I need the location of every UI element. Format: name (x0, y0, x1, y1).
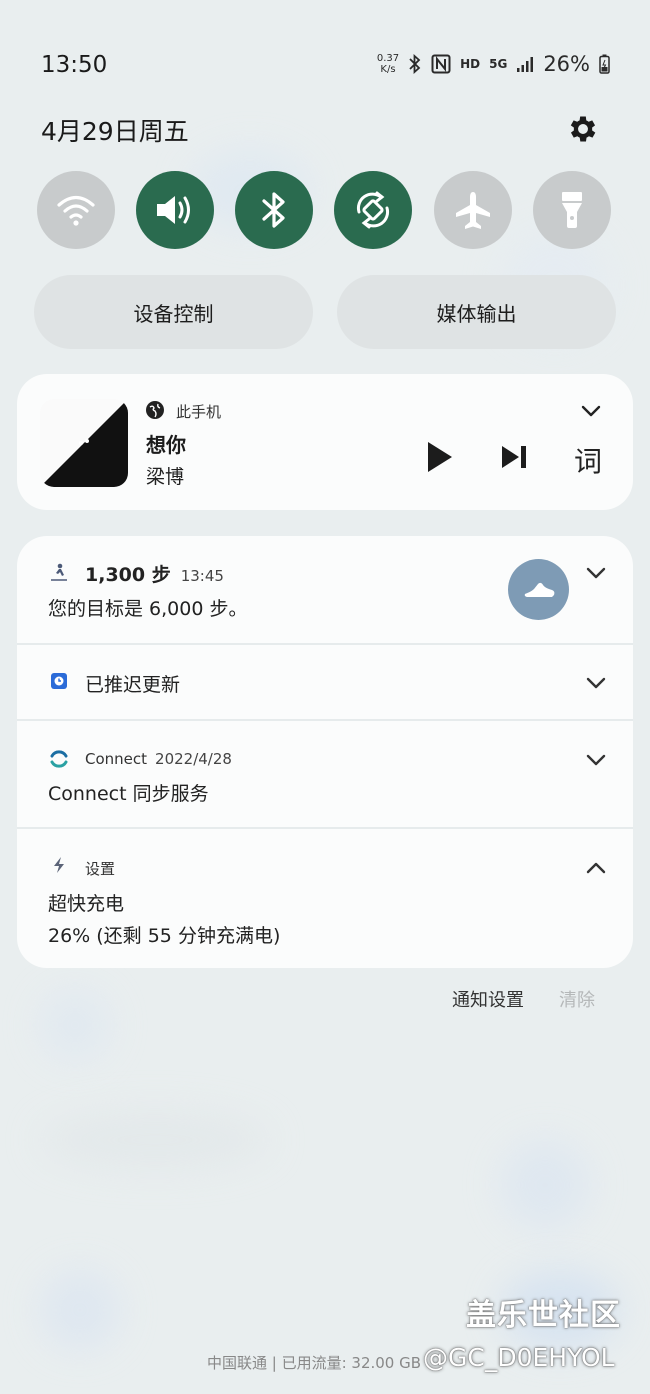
steps-notification[interactable]: 1,300 步 13:45 您的目标是 6,000 步。 (17, 536, 633, 643)
charging-notification[interactable]: 设置 超快充电 26% (还剩 55 分钟充满电) (17, 829, 633, 968)
status-icons: 0.37 K/s HD 5G 26% (377, 52, 610, 76)
lightning-icon (54, 857, 64, 873)
clock-app-icon (51, 673, 67, 689)
watermark-community: 盖乐世社区 (466, 1298, 621, 1333)
media-player-card[interactable]: 此手机 想你 梁博 词 (17, 374, 633, 510)
clear-button[interactable]: 清除 (559, 986, 595, 1012)
globe-icon (146, 401, 164, 419)
status-bar: 13:50 0.37 K/s HD 5G 26% (0, 48, 650, 84)
chevron-down-icon[interactable] (586, 567, 606, 579)
wifi-icon (57, 195, 95, 226)
sync-icon (50, 750, 68, 768)
media-output-button[interactable]: 媒体输出 (337, 275, 616, 349)
airplane-toggle[interactable] (434, 171, 512, 249)
lyrics-button[interactable]: 词 (574, 440, 602, 480)
charging-app-name: 设置 (85, 860, 116, 878)
quick-toggles (37, 171, 613, 249)
notification-group: 1,300 步 13:45 您的目标是 6,000 步。 已推迟更新 Connec… (17, 536, 633, 968)
battery-icon (599, 54, 610, 74)
signal-icon (517, 57, 534, 72)
album-art (40, 399, 128, 487)
network-speed: 0.37 K/s (376, 53, 400, 75)
airplane-icon (456, 192, 490, 229)
steps-title: 1,300 步 13:45 (85, 564, 224, 586)
running-person-icon (51, 563, 67, 581)
bluetooth-icon (409, 54, 421, 74)
hd-label: HD (460, 57, 481, 71)
chevron-up-icon[interactable] (586, 862, 606, 874)
wifi-toggle[interactable] (37, 171, 115, 249)
battery-percent: 26% (543, 52, 590, 76)
charging-body: 26% (还剩 55 分钟充满电) (48, 925, 281, 947)
background-blob (40, 990, 110, 1060)
artist-name: 梁博 (146, 466, 185, 488)
device-control-button[interactable]: 设备控制 (34, 275, 313, 349)
bluetooth-icon (262, 192, 285, 228)
connect-body: Connect 同步服务 (48, 783, 209, 805)
bluetooth-toggle[interactable] (235, 171, 313, 249)
play-icon[interactable] (427, 441, 453, 473)
rotate-icon (356, 191, 390, 229)
flashlight-icon (562, 192, 582, 228)
sound-toggle[interactable] (136, 171, 214, 249)
notification-settings-button[interactable]: 通知设置 (452, 986, 524, 1012)
status-time: 13:50 (41, 52, 108, 78)
steps-action-button[interactable] (508, 559, 569, 620)
watermark-username: @GC_D0EHYOL (423, 1343, 615, 1372)
chevron-down-icon[interactable] (581, 405, 601, 417)
notification-date: 2022/4/28 (155, 750, 232, 768)
flashlight-toggle[interactable] (533, 171, 611, 249)
date-label: 4月29日周五 (41, 117, 189, 146)
background-blob (40, 1110, 270, 1170)
auto-rotate-toggle[interactable] (334, 171, 412, 249)
network-type: 5G (489, 57, 508, 71)
background-blob (500, 1140, 590, 1230)
speaker-icon (157, 196, 190, 224)
charging-title: 超快充电 (48, 893, 125, 915)
shoe-icon (524, 582, 554, 597)
update-title: 已推迟更新 (85, 674, 181, 696)
media-source: 此手机 (176, 403, 222, 421)
connect-header: Connect 2022/4/28 (85, 750, 232, 768)
background-blob (40, 1270, 120, 1350)
update-notification[interactable]: 已推迟更新 (17, 645, 633, 719)
nfc-icon (431, 54, 451, 74)
gear-icon[interactable] (566, 112, 600, 146)
song-title: 想你 (146, 433, 186, 457)
skip-next-icon[interactable] (501, 445, 527, 469)
carrier-data-usage: 中国联通 | 已用流量: 32.00 GB (207, 1354, 422, 1372)
chevron-down-icon[interactable] (586, 754, 606, 766)
connect-notification[interactable]: Connect 2022/4/28 Connect 同步服务 (17, 721, 633, 827)
steps-body: 您的目标是 6,000 步。 (48, 598, 248, 620)
notification-time: 13:45 (180, 567, 224, 585)
chevron-down-icon[interactable] (586, 677, 606, 689)
